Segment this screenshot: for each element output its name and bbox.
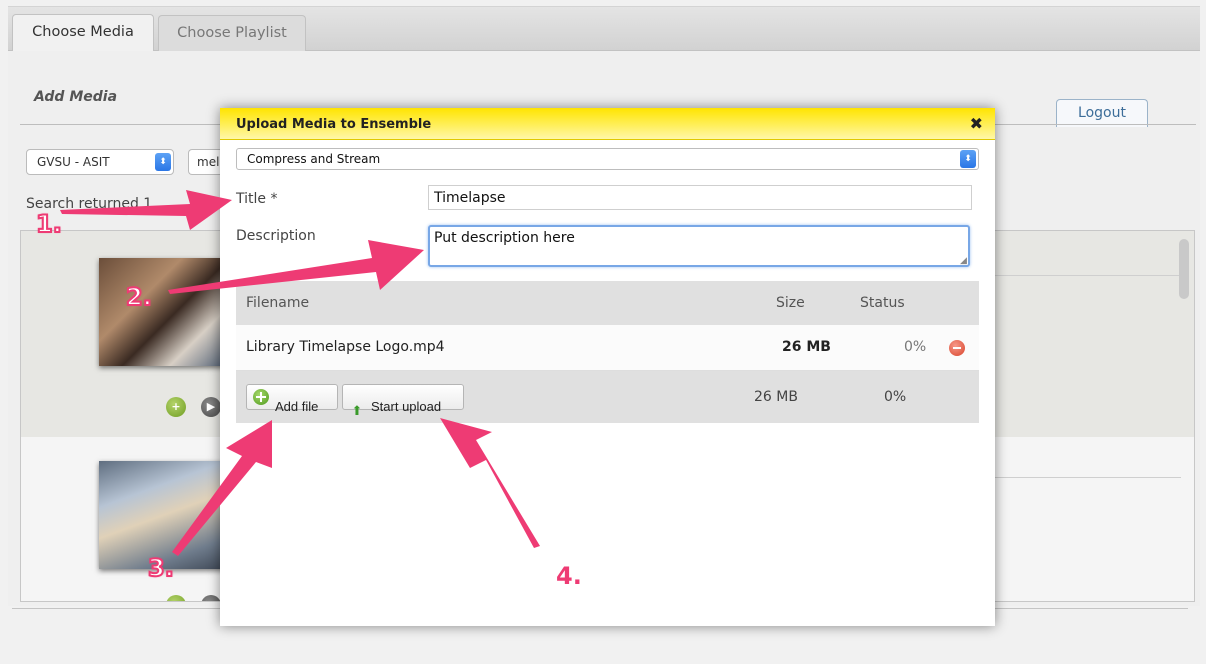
section-title: Add Media xyxy=(34,89,118,105)
add-file-label: Add file xyxy=(275,399,319,414)
resize-grip-icon[interactable]: ◢ xyxy=(960,256,967,266)
file-name: Library Timelapse Logo.mp4 xyxy=(246,339,445,355)
file-size: 26 MB xyxy=(782,339,831,355)
tab-choose-media[interactable]: Choose Media xyxy=(12,14,154,51)
logout-button[interactable]: Logout xyxy=(1056,99,1148,127)
column-status: Status xyxy=(860,295,905,311)
file-status: 0% xyxy=(904,339,927,355)
table-row: Library Timelapse Logo.mp4 26 MB 0% xyxy=(236,325,979,371)
dialog-title: Upload Media to Ensemble xyxy=(236,117,432,132)
title-input[interactable] xyxy=(428,185,972,210)
file-table-footer: Add file ⬆ Start upload 26 MB 0% xyxy=(236,371,979,423)
remove-file-icon[interactable] xyxy=(949,340,965,356)
start-upload-label: Start upload xyxy=(371,399,442,414)
plus-circle-icon xyxy=(253,389,269,405)
column-size: Size xyxy=(776,295,805,311)
add-file-button[interactable]: Add file xyxy=(246,384,338,414)
title-label: Title * xyxy=(236,191,278,207)
start-upload-button[interactable]: ⬆ Start upload xyxy=(342,384,464,418)
close-icon[interactable]: ✖ xyxy=(970,114,983,133)
select-arrows-icon: ⬍ xyxy=(155,153,171,171)
tab-choose-playlist[interactable]: Choose Playlist xyxy=(158,15,306,51)
total-size: 26 MB xyxy=(754,389,798,405)
tab-bar: Choose Media Choose Playlist xyxy=(8,7,1200,51)
total-status: 0% xyxy=(884,389,907,405)
step-4-label: 4. xyxy=(556,562,582,590)
step-1-label: 1. xyxy=(35,209,63,239)
upload-mode-value: Compress and Stream xyxy=(247,152,381,166)
dialog-header: Upload Media to Ensemble ✖ xyxy=(220,108,995,140)
library-select-value: mel xyxy=(197,155,220,169)
play-icon[interactable]: ▶ xyxy=(201,397,221,417)
organization-select[interactable]: GVSU - ASIT ⬍ xyxy=(26,149,174,175)
add-media-icon[interactable]: + xyxy=(166,397,186,417)
description-textarea[interactable]: Put description here xyxy=(428,225,970,267)
scrollbar[interactable] xyxy=(1179,239,1189,299)
step-3-label: 3. xyxy=(147,553,175,583)
video-thumbnail[interactable] xyxy=(99,258,229,366)
upload-mode-select[interactable]: Compress and Stream ⬍ xyxy=(236,148,979,170)
video-thumbnail[interactable] xyxy=(99,461,229,569)
file-table-header: Filename Size Status xyxy=(236,281,979,325)
description-label: Description xyxy=(236,228,316,244)
up-arrow-icon: ⬆ xyxy=(351,403,363,418)
upload-dialog: Upload Media to Ensemble ✖ Compress and … xyxy=(220,108,995,626)
file-table: Filename Size Status Library Timelapse L… xyxy=(236,281,979,423)
step-2-label: 2. xyxy=(125,282,153,312)
select-arrows-icon: ⬍ xyxy=(960,150,976,168)
column-filename: Filename xyxy=(246,295,310,311)
organization-select-value: GVSU - ASIT xyxy=(37,155,110,169)
